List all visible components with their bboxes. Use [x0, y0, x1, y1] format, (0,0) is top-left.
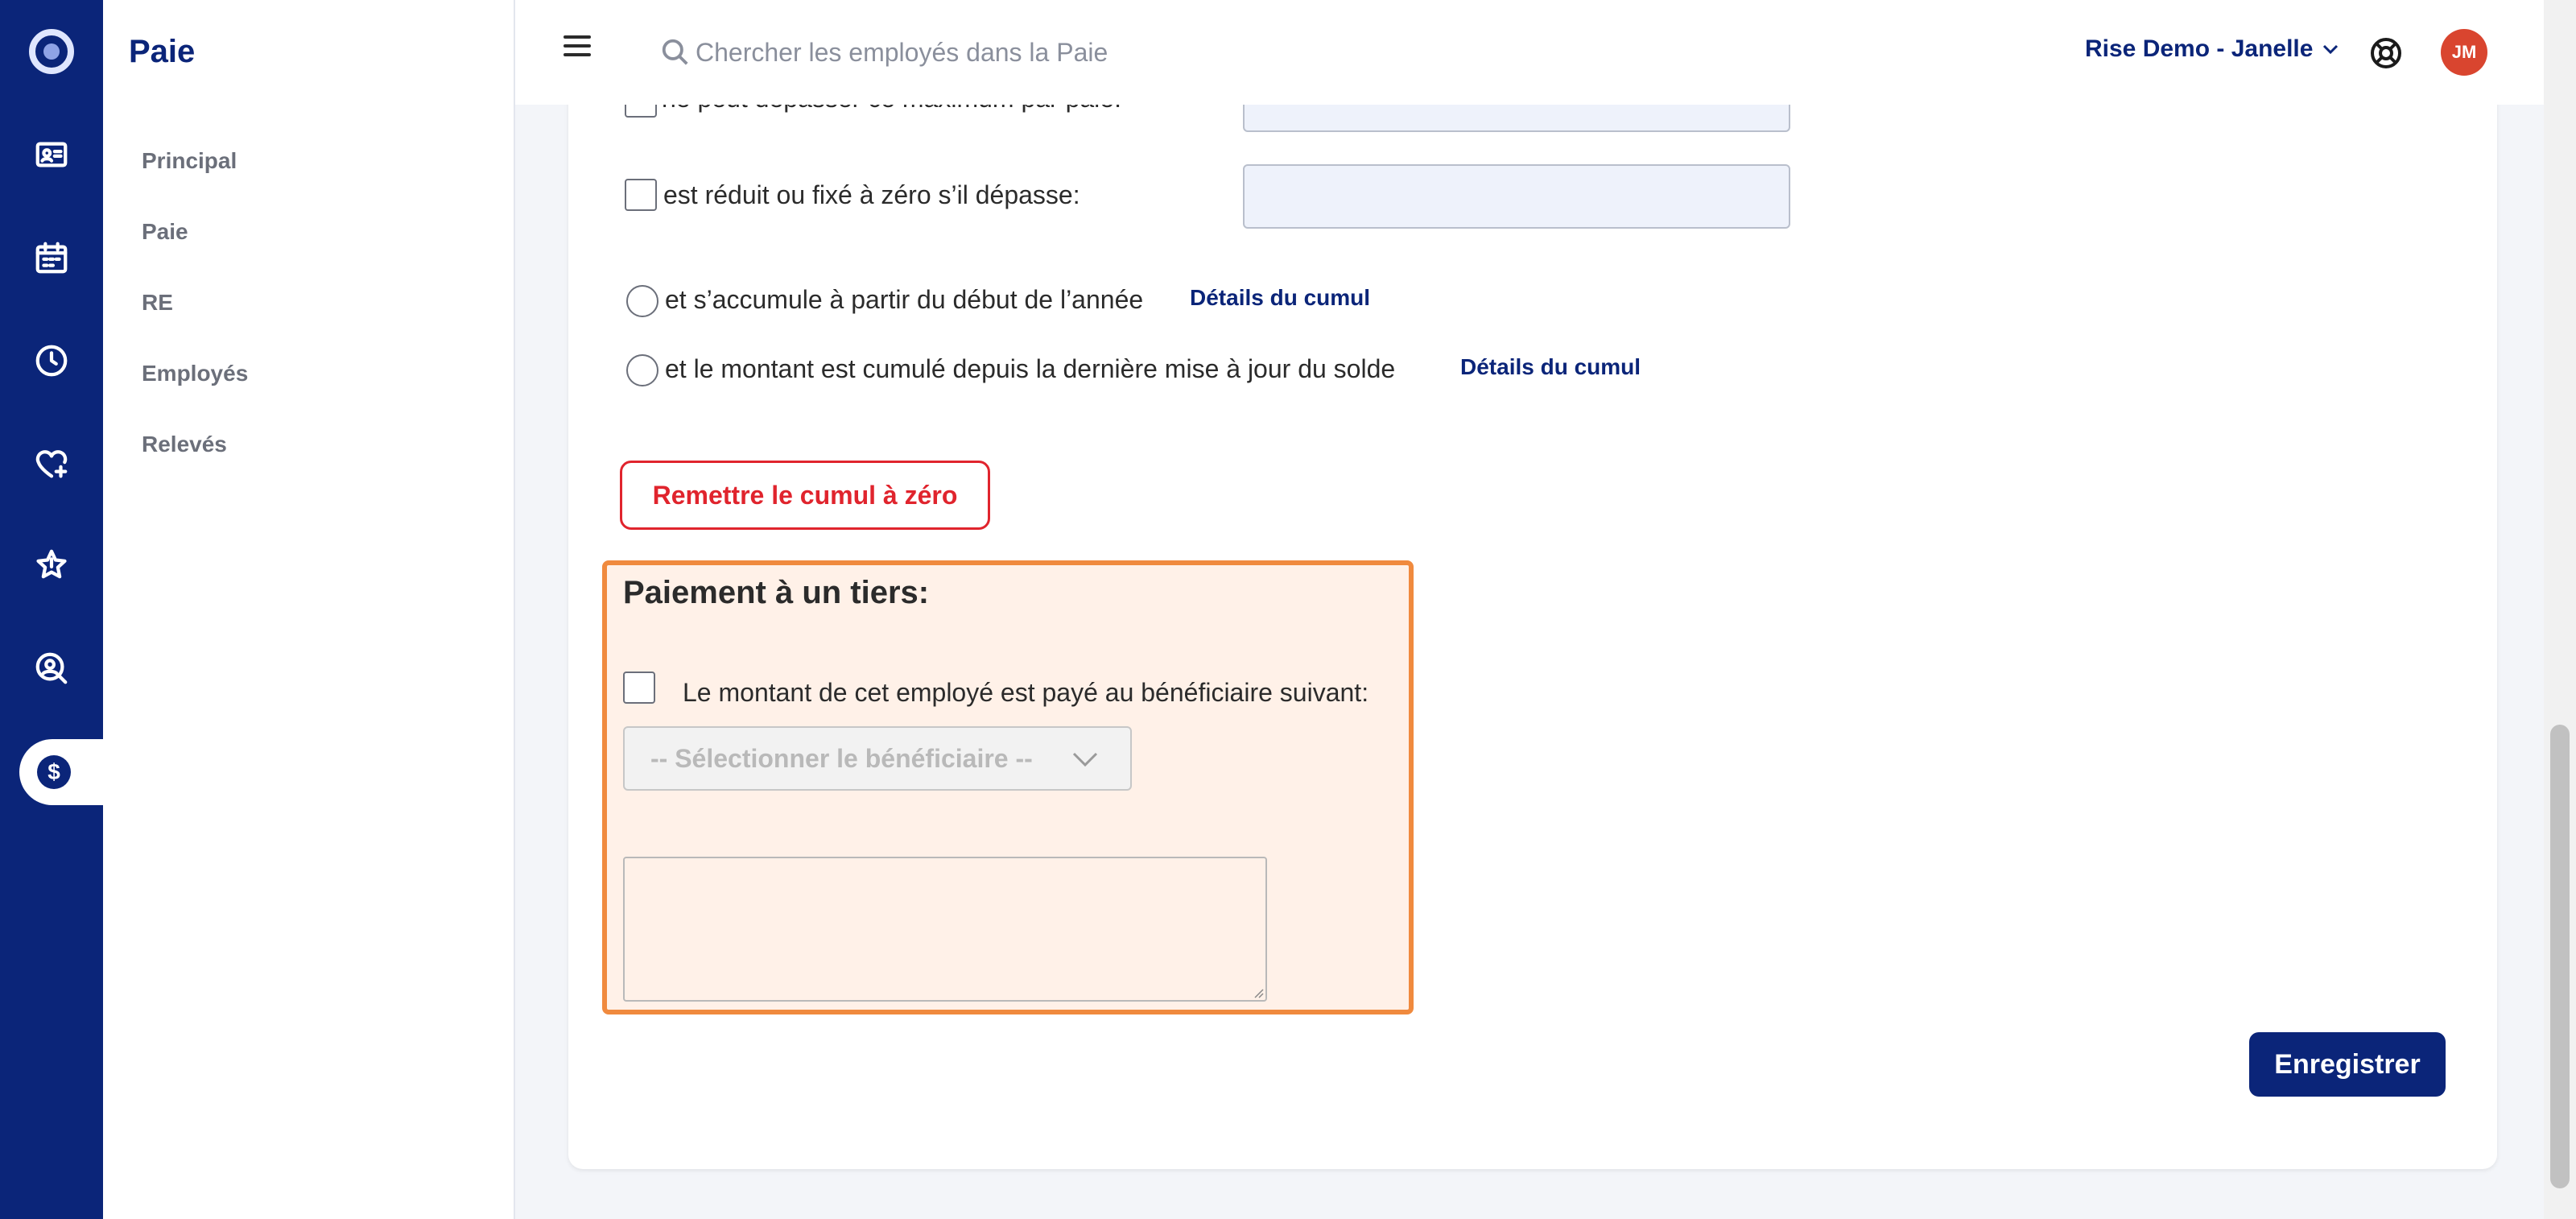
- person-search-icon[interactable]: [29, 646, 74, 691]
- payroll-sidebar: Paie Principal Paie RE Employés Relevés: [103, 0, 515, 1219]
- save-button[interactable]: Enregistrer: [2249, 1032, 2446, 1097]
- search-icon: [660, 37, 691, 68]
- rail-item-payroll-active[interactable]: $: [19, 739, 103, 805]
- hamburger-menu-icon[interactable]: [564, 35, 591, 58]
- app-nav-rail: $: [0, 0, 103, 1219]
- third-party-notes-textarea[interactable]: [623, 857, 1267, 1002]
- accumulate-balance-details-link[interactable]: Détails du cumul: [1460, 354, 1641, 380]
- sidebar-title: Paie: [129, 34, 196, 69]
- reduce-checkbox[interactable]: [625, 179, 657, 211]
- logo-icon[interactable]: [29, 29, 74, 74]
- avatar[interactable]: JM: [2441, 29, 2487, 76]
- scrollbar-thumb[interactable]: [2550, 725, 2570, 1188]
- page-scrollbar[interactable]: [2544, 0, 2576, 1219]
- resize-grip-icon[interactable]: [1251, 986, 1264, 998]
- help-lifebuoy-icon[interactable]: [2368, 35, 2404, 71]
- chevron-down-icon: [1069, 746, 1101, 773]
- third-party-checkbox[interactable]: [623, 671, 655, 704]
- sidebar-item-principal[interactable]: Principal: [142, 148, 237, 174]
- id-card-icon[interactable]: [29, 132, 74, 177]
- account-switcher[interactable]: Rise Demo - Janelle: [2085, 35, 2340, 63]
- sidebar-item-employes[interactable]: Employés: [142, 361, 248, 386]
- third-party-payment-section: Paiement à un tiers: Le montant de cet e…: [602, 560, 1414, 1014]
- beneficiary-select[interactable]: -- Sélectionner le bénéficiaire --: [623, 726, 1132, 791]
- reset-accumulation-button[interactable]: Remettre le cumul à zéro: [620, 461, 990, 530]
- sidebar-item-paie[interactable]: Paie: [142, 219, 188, 245]
- accumulate-year-radio[interactable]: [626, 285, 658, 317]
- sidebar-item-releves[interactable]: Relevés: [142, 432, 227, 457]
- third-party-title: Paiement à un tiers:: [623, 575, 930, 610]
- reduce-label: est réduit ou fixé à zéro s’il dépasse:: [663, 180, 1080, 209]
- third-party-checkbox-label: Le montant de cet employé est payé au bé…: [683, 678, 1369, 707]
- reduce-input[interactable]: [1243, 164, 1790, 229]
- heart-plus-icon[interactable]: [29, 441, 74, 486]
- accumulate-year-label: et s’accumule à partir du début de l’ann…: [665, 285, 1144, 314]
- top-header: Rise Demo - Janelle JM: [515, 0, 2544, 105]
- accumulate-balance-label: et le montant est cumulé depuis la derni…: [665, 354, 1396, 383]
- accumulate-balance-radio[interactable]: [626, 354, 658, 386]
- clock-icon[interactable]: [29, 338, 74, 383]
- search-input[interactable]: [696, 32, 1420, 72]
- accumulate-year-details-link[interactable]: Détails du cumul: [1190, 285, 1370, 311]
- dollar-icon: $: [37, 755, 71, 789]
- calendar-icon[interactable]: [29, 235, 74, 280]
- star-icon[interactable]: [29, 543, 74, 588]
- account-label: Rise Demo - Janelle: [2085, 35, 2314, 62]
- chevron-down-icon: [2323, 44, 2339, 55]
- sidebar-item-re[interactable]: RE: [142, 290, 173, 316]
- beneficiary-select-value: -- Sélectionner le bénéficiaire --: [650, 744, 1033, 773]
